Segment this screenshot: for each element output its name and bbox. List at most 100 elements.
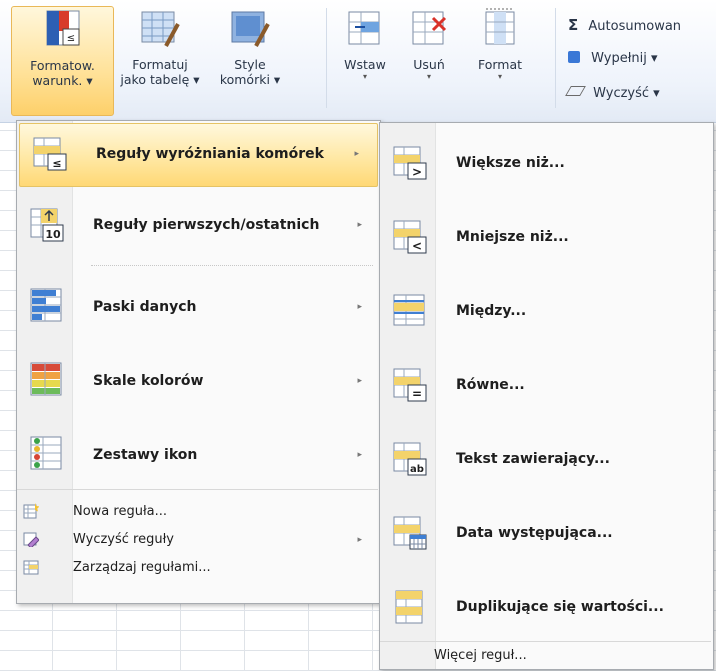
submenu-arrow-icon: ▸ — [357, 302, 362, 312]
menu-separator — [380, 641, 711, 643]
equal-to-icon: = — [393, 368, 427, 402]
delete-label: Usuń — [413, 57, 445, 72]
insert-dropdown-icon: ▾ — [362, 72, 367, 81]
menu-separator — [91, 265, 373, 267]
icon-sets-item[interactable]: Zestawy ikon ▸ — [17, 421, 380, 489]
more-rules-label: Więcej reguł... — [434, 648, 527, 663]
new-rule-icon — [23, 503, 39, 519]
conditional-formatting-button[interactable]: ≤ Formatow. warunk. ▾ — [11, 6, 114, 116]
delete-dropdown-icon: ▾ — [426, 72, 431, 81]
submenu-arrow-icon: ▸ — [357, 376, 362, 386]
insert-label: Wstaw — [344, 57, 386, 72]
svg-text:<: < — [412, 239, 422, 253]
color-scales-label: Skale kolorów — [93, 373, 204, 389]
conditional-formatting-icon: ≤ — [46, 10, 79, 46]
text-contains-item[interactable]: ab Tekst zawierający... — [380, 427, 713, 491]
duplicate-values-icon — [395, 590, 423, 624]
svg-text:≤: ≤ — [66, 33, 74, 44]
text-contains-label: Tekst zawierający... — [456, 451, 610, 467]
between-icon — [393, 294, 425, 326]
sigma-icon: Σ — [568, 16, 579, 34]
highlight-cells-rules-label: Reguły wyróżniania komórek — [96, 146, 324, 162]
cell-styles-line2: komórki ▾ — [219, 72, 281, 87]
new-rule-item[interactable]: Nowa reguła... — [17, 501, 380, 523]
less-than-item[interactable]: < Mniejsze niż... — [380, 205, 713, 269]
date-occurring-label: Data występująca... — [456, 525, 613, 541]
format-as-table-line1: Formatuj — [132, 57, 188, 72]
cell-styles-icon — [231, 11, 270, 47]
clear-rules-icon — [23, 532, 39, 547]
delete-icon — [412, 11, 447, 45]
format-cells-icon — [485, 8, 515, 45]
top-bottom-rules-label: Reguły pierwszych/ostatnich — [93, 217, 320, 233]
fill-down-icon — [568, 51, 580, 63]
format-as-table-line2: jako tabelę ▾ — [120, 72, 200, 87]
data-bars-icon — [30, 288, 62, 322]
ribbon-separator — [555, 8, 556, 108]
data-bars-label: Paski danych — [93, 299, 197, 315]
eraser-icon — [565, 86, 586, 96]
greater-than-item[interactable]: > Większe niż... — [380, 131, 713, 195]
greater-than-icon: > — [393, 146, 427, 180]
data-bars-item[interactable]: Paski danych ▸ — [17, 273, 380, 341]
more-rules-item[interactable]: Więcej reguł... — [380, 645, 713, 667]
less-than-label: Mniejsze niż... — [456, 229, 569, 245]
clear-rules-label: Wyczyść reguły — [73, 532, 174, 547]
conditional-formatting-menu: ≤ Reguły wyróżniania komórek ▸ 10 Reguły… — [16, 120, 381, 604]
duplicate-values-label: Duplikujące się wartości... — [456, 599, 664, 615]
insert-button[interactable]: Wstaw ▾ — [336, 6, 394, 114]
format-as-table-button[interactable]: Formatuj jako tabelę ▾ — [114, 6, 206, 114]
top-bottom-rules-item[interactable]: 10 Reguły pierwszych/ostatnich ▸ — [17, 195, 380, 257]
menu-separator — [17, 489, 378, 491]
insert-icon — [348, 11, 380, 45]
clear-button[interactable]: Wyczyść ▾ — [565, 86, 660, 101]
clear-label: Wyczyść ▾ — [593, 86, 660, 101]
ribbon: ≤ Formatow. warunk. ▾ Formatuj jako tabe… — [0, 0, 716, 123]
cell-styles-button[interactable]: Style komórki ▾ — [210, 6, 290, 114]
format-dropdown-icon: ▾ — [497, 72, 502, 81]
autosum-button[interactable]: Σ Autosumowan — [568, 16, 681, 34]
between-label: Między... — [456, 303, 527, 319]
color-scales-item[interactable]: Skale kolorów ▸ — [17, 347, 380, 415]
manage-rules-icon — [23, 560, 39, 575]
delete-button[interactable]: Usuń ▾ — [404, 6, 454, 114]
clear-rules-item[interactable]: Wyczyść reguły ▸ — [17, 529, 380, 551]
conditional-formatting-line1: Formatow. — [30, 58, 95, 73]
svg-text:>: > — [412, 165, 422, 179]
autosum-label: Autosumowan — [588, 19, 682, 34]
ribbon-separator — [326, 8, 327, 108]
manage-rules-label: Zarządzaj regułami... — [73, 560, 211, 575]
icon-sets-icon — [30, 436, 62, 470]
submenu-arrow-icon: ▸ — [354, 149, 359, 159]
svg-text:=: = — [412, 387, 422, 401]
color-scales-icon — [30, 362, 62, 396]
svg-text:ab: ab — [410, 464, 424, 475]
format-as-table-icon — [141, 11, 180, 47]
highlight-cells-rules-icon: ≤ — [33, 137, 67, 171]
between-item[interactable]: Między... — [380, 279, 713, 343]
icon-sets-label: Zestawy ikon — [93, 447, 198, 463]
duplicate-values-item[interactable]: Duplikujące się wartości... — [380, 575, 713, 639]
conditional-formatting-line2: warunk. ▾ — [32, 73, 93, 88]
fill-button[interactable]: Wypełnij ▾ — [568, 51, 658, 66]
submenu-arrow-icon: ▸ — [357, 535, 362, 545]
new-rule-label: Nowa reguła... — [73, 504, 168, 519]
svg-text:10: 10 — [45, 228, 61, 241]
top-bottom-rules-icon: 10 — [30, 208, 64, 242]
highlight-cells-rules-item[interactable]: ≤ Reguły wyróżniania komórek ▸ — [19, 123, 378, 187]
format-button[interactable]: Format ▾ — [470, 6, 530, 114]
equal-to-item[interactable]: = Równe... — [380, 353, 713, 417]
submenu-arrow-icon: ▸ — [357, 450, 362, 460]
svg-text:≤: ≤ — [52, 157, 61, 170]
format-label: Format — [477, 57, 523, 72]
fill-label: Wypełnij ▾ — [591, 51, 658, 66]
less-than-icon: < — [393, 220, 427, 254]
manage-rules-item[interactable]: Zarządzaj regułami... — [17, 557, 380, 579]
equal-to-label: Równe... — [456, 377, 525, 393]
submenu-arrow-icon: ▸ — [357, 220, 362, 230]
highlight-cells-rules-submenu: > Większe niż... < Mniejsze niż... Międz… — [379, 122, 714, 670]
date-occurring-icon — [393, 516, 427, 550]
cell-styles-line1: Style — [234, 57, 266, 72]
text-contains-icon: ab — [393, 442, 427, 476]
date-occurring-item[interactable]: Data występująca... — [380, 501, 713, 565]
